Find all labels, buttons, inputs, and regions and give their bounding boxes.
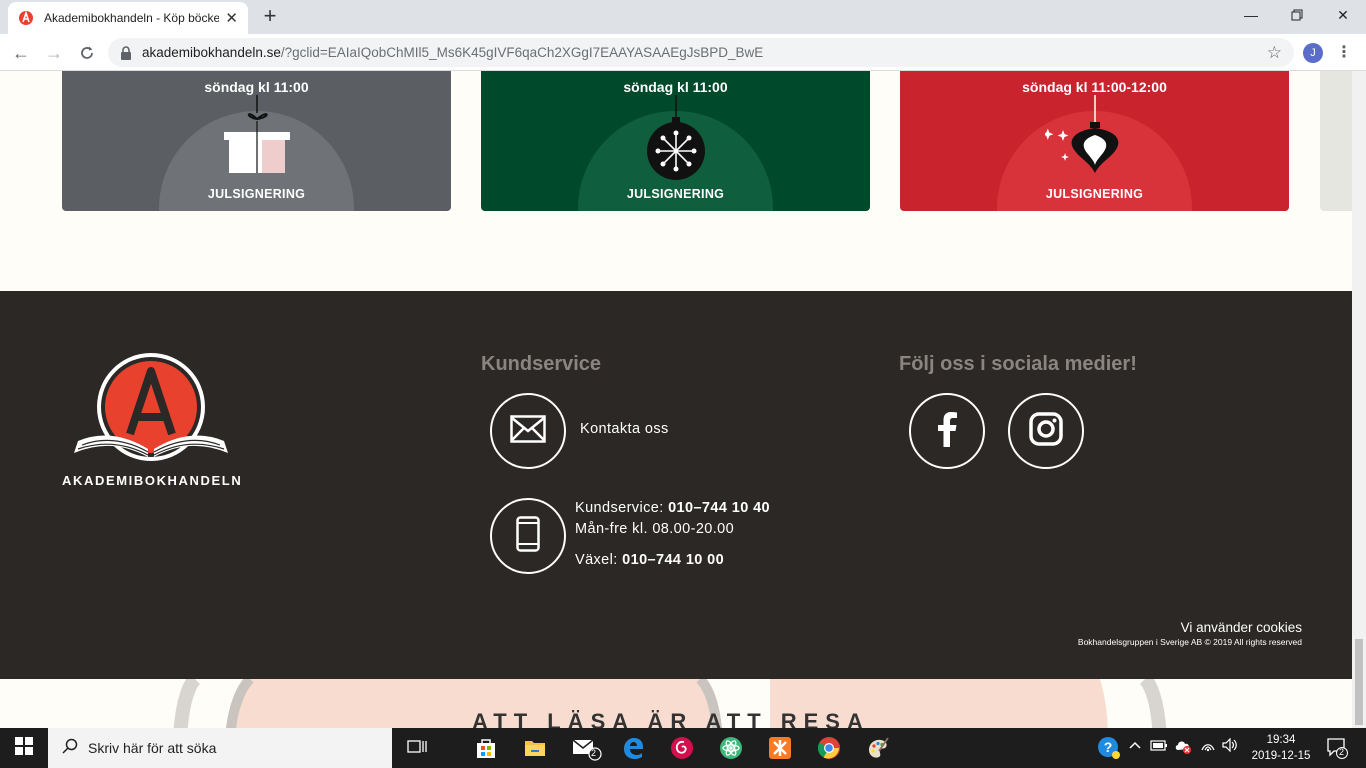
clock-date: 2019-12-15	[1251, 750, 1311, 762]
xampp-icon[interactable]	[768, 736, 792, 760]
ornament-star-icon	[626, 95, 726, 180]
event-card-2[interactable]: söndag kl 11:00 JULSIGNERING	[481, 71, 870, 211]
windows-logo-icon	[15, 736, 33, 760]
event-time: söndag kl 11:00	[623, 79, 728, 95]
browser-menu-icon[interactable]: ⋮	[1336, 42, 1352, 62]
vaxel-phone: Växel: 010–744 10 00	[575, 552, 725, 568]
cloud-error-icon[interactable]	[1174, 738, 1192, 757]
phone-button[interactable]	[490, 498, 566, 574]
url-text: akademibokhandeln.se/?gclid=EAIaIQobChMI…	[142, 45, 764, 60]
close-window-button[interactable]: ✕	[1320, 0, 1366, 30]
chrome-icon[interactable]	[817, 736, 841, 760]
battery-icon[interactable]	[1150, 738, 1168, 755]
notifications-icon[interactable]: 2	[1326, 737, 1348, 762]
event-time: söndag kl 11:00	[204, 79, 309, 95]
page-content: söndag kl 11:00 JULSIGNERING söndag kl 1…	[0, 71, 1352, 728]
back-button[interactable]: ←	[9, 41, 33, 65]
gift-icon	[207, 95, 307, 180]
mobile-phone-icon	[516, 515, 540, 557]
facebook-icon	[936, 411, 958, 452]
event-card-3[interactable]: söndag kl 11:00-12:00 JULSIGNERING	[900, 71, 1289, 211]
address-bar: ← → akademibokhandeln.se/?gclid=EAIaIQob…	[0, 34, 1366, 71]
brand-name: AKADEMIBOKHANDELN	[62, 473, 243, 488]
store-icon[interactable]	[474, 736, 498, 760]
instagram-button[interactable]	[1008, 393, 1084, 469]
mail-icon[interactable]: 2	[572, 736, 602, 761]
browser-tab[interactable]: Akademibokhandeln - Köp böcker ✕	[8, 2, 248, 34]
notifications-count: 2	[1339, 747, 1345, 757]
akademibokhandeln-logo[interactable]	[60, 349, 246, 489]
chevron-up-icon[interactable]	[1128, 738, 1142, 755]
clock-time: 19:34	[1266, 734, 1296, 746]
social-title: Följ oss i sociala medier!	[899, 353, 1137, 375]
paint-icon[interactable]	[866, 736, 890, 760]
opening-hours: Mån-fre kl. 08.00-20.00	[575, 521, 735, 537]
help-icon[interactable]: ?	[1097, 736, 1121, 763]
kundservice-phone: Kundservice: 010–744 10 40	[575, 500, 771, 516]
maximize-button[interactable]	[1274, 0, 1320, 30]
kundservice-title: Kundservice	[481, 353, 602, 375]
facebook-button[interactable]	[909, 393, 985, 469]
tab-bar: Akademibokhandeln - Köp böcker ✕ + — ✕	[0, 0, 1366, 34]
volume-icon[interactable]	[1222, 737, 1240, 755]
clock[interactable]: 19:34 2019-12-15	[1246, 732, 1316, 764]
wifi-icon[interactable]	[1200, 738, 1216, 755]
tagline: ATT LÄSA ÄR ATT RESA	[472, 709, 870, 728]
envelope-icon	[510, 414, 546, 448]
url-field[interactable]: akademibokhandeln.se/?gclid=EAIaIQobChMI…	[108, 38, 1294, 67]
debian-app-icon[interactable]	[670, 736, 694, 760]
new-tab-button[interactable]: +	[258, 5, 282, 29]
minimize-button[interactable]: —	[1228, 0, 1274, 30]
instagram-icon	[1029, 411, 1063, 451]
start-button[interactable]	[0, 728, 48, 768]
file-explorer-icon[interactable]	[523, 736, 547, 760]
profile-avatar[interactable]: J	[1303, 43, 1323, 63]
task-view-icon[interactable]	[405, 736, 429, 760]
search-placeholder: Skriv här för att söka	[88, 740, 217, 756]
site-favicon-icon	[18, 10, 34, 26]
taskbar-search[interactable]: Skriv här för att söka	[48, 728, 392, 768]
tab-title: Akademibokhandeln - Köp böcker	[44, 11, 220, 25]
copyright-text: Bokhandelsgruppen i Sverige AB © 2019 Al…	[1077, 637, 1302, 647]
scrollbar-thumb[interactable]	[1355, 639, 1363, 725]
mail-badge: 2	[591, 748, 597, 758]
contact-link[interactable]: Kontakta oss	[580, 421, 669, 437]
search-icon	[62, 738, 78, 759]
reading-banner: ATT LÄSA ÄR ATT RESA	[0, 679, 1352, 728]
event-card-4-partial[interactable]	[1320, 71, 1352, 211]
edge-icon[interactable]	[621, 736, 645, 760]
event-time: söndag kl 11:00-12:00	[1022, 79, 1167, 95]
page-scrollbar[interactable]	[1352, 71, 1366, 728]
reload-button[interactable]	[75, 41, 99, 65]
taskbar: Skriv här för att söka 2 ? 19:34 2019-12…	[0, 728, 1366, 768]
atom-app-icon[interactable]	[719, 736, 743, 760]
cookies-link[interactable]: Vi använder cookies	[1181, 620, 1302, 635]
lock-icon	[120, 45, 134, 60]
tab-close-icon[interactable]: ✕	[225, 9, 238, 27]
event-card-1[interactable]: söndag kl 11:00 JULSIGNERING	[62, 71, 451, 211]
bookmark-star-icon[interactable]: ☆	[1267, 43, 1282, 63]
event-label: JULSIGNERING	[207, 187, 306, 201]
svg-text:?: ?	[1104, 739, 1113, 755]
email-button[interactable]	[490, 393, 566, 469]
forward-button[interactable]: →	[42, 41, 66, 65]
ornament-bauble-icon	[1042, 95, 1145, 180]
site-footer: AKADEMIBOKHANDELN Kundservice Kontakta o…	[0, 291, 1352, 679]
event-label: JULSIGNERING	[626, 187, 725, 201]
event-label: JULSIGNERING	[1045, 187, 1144, 201]
